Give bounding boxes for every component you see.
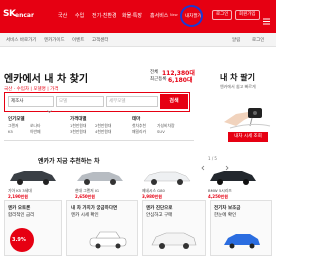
model-select[interactable]: 모델 — [56, 96, 104, 107]
recommendation-pager: 1 / 5 — [208, 156, 217, 161]
car-thumbnail[interactable] — [8, 166, 58, 186]
search-button[interactable]: 검색 — [160, 94, 188, 109]
banner-subtitle: 합리적인 금리 — [8, 213, 35, 218]
list-item[interactable]: 패밀리카 — [132, 129, 146, 135]
banner-subtitle: 한눈에 확인 — [214, 213, 237, 218]
divider — [4, 140, 194, 141]
subbar-login[interactable]: 로그인 — [252, 37, 264, 43]
chevron-left-icon[interactable] — [200, 156, 206, 171]
banner-subtitle: 안심하고 구매 — [146, 213, 173, 218]
list-item[interactable]: 아반떼 — [30, 129, 40, 135]
recent-count: 6,180대 — [168, 77, 193, 84]
chevron-right-icon[interactable] — [224, 156, 230, 171]
sell-car-title: 내 차 팔기 — [220, 73, 256, 82]
list-item[interactable]: 4천만원대 — [95, 129, 111, 135]
chevron-down-icon — [47, 99, 52, 113]
menu-icon[interactable] — [262, 11, 271, 25]
banner-title: 엔카 오토론 — [8, 206, 31, 211]
login-button[interactable]: 로그인 — [212, 10, 233, 20]
hand-holding-key-illustration — [222, 92, 272, 130]
list-head-popular: 인기모델 — [8, 117, 25, 122]
car-thumbnail[interactable] — [75, 166, 125, 186]
subbar-alarm[interactable]: 알림 — [232, 37, 240, 43]
recommendation-title: 엔카가 지금 추천하는 차 — [38, 158, 100, 165]
list-head-price: 가격대별 — [70, 117, 87, 122]
subbar-service[interactable]: 서비스 바로가기 — [6, 37, 36, 43]
list-item[interactable]: K5 — [8, 129, 13, 134]
logo-sk-text: SK — [3, 9, 16, 19]
banner-title: 전기차 보조금 — [214, 206, 241, 211]
detail-model-select[interactable]: 세부모델 — [106, 96, 158, 107]
find-car-title: 엔카에서 내 차 찾기 — [4, 74, 89, 85]
nav-truck[interactable]: 화물·특장 — [122, 12, 142, 19]
recent-label: 최근등록 — [150, 77, 167, 82]
banner-title: 엔카 진단으로 — [146, 206, 173, 211]
highlight-circle-annotation — [180, 5, 203, 27]
subbar-event[interactable]: 이벤트 — [72, 37, 84, 43]
nav-new-badge: New — [170, 13, 178, 17]
subbar-support[interactable]: 고객센터 — [92, 37, 109, 43]
banner-title: 내 차 가치가 궁금하다면 — [71, 206, 118, 211]
rate-value: 3.9% — [12, 237, 26, 243]
car-thumbnail[interactable] — [142, 166, 192, 186]
logo-encar-text: encar — [15, 12, 34, 19]
ev-car-illustration — [222, 228, 262, 250]
nav-ev[interactable]: 전기·친환경 — [92, 12, 117, 19]
list-item[interactable]: 3천만원대 — [70, 129, 86, 135]
list-head-theme: 테마 — [132, 117, 141, 122]
banner-subtitle: 엔카 시세 확인 — [71, 213, 99, 218]
nav-import[interactable]: 수입 — [75, 12, 84, 19]
nav-domestic[interactable]: 국산 — [58, 12, 67, 19]
total-label: 전체 — [150, 70, 159, 75]
white-car-illustration — [150, 228, 198, 250]
list-item[interactable]: SUV — [157, 129, 165, 134]
car-thumbnail[interactable] — [208, 166, 258, 186]
encar-homepage: SK encar 국산 수입 전기·친환경 화물·특장 홈서비스 New 내차팔… — [0, 0, 276, 260]
car-illustration — [88, 228, 128, 250]
signup-button[interactable]: 회원가입 — [235, 10, 260, 20]
nav-home-service[interactable]: 홈서비스 — [150, 12, 168, 19]
subbar-guide[interactable]: 엔카가이드 — [44, 37, 65, 43]
sell-car-subtitle: 엔카에서 쉽고 빠르게 — [220, 84, 256, 89]
sell-car-button[interactable]: 내차 시세 조회 — [228, 132, 268, 142]
